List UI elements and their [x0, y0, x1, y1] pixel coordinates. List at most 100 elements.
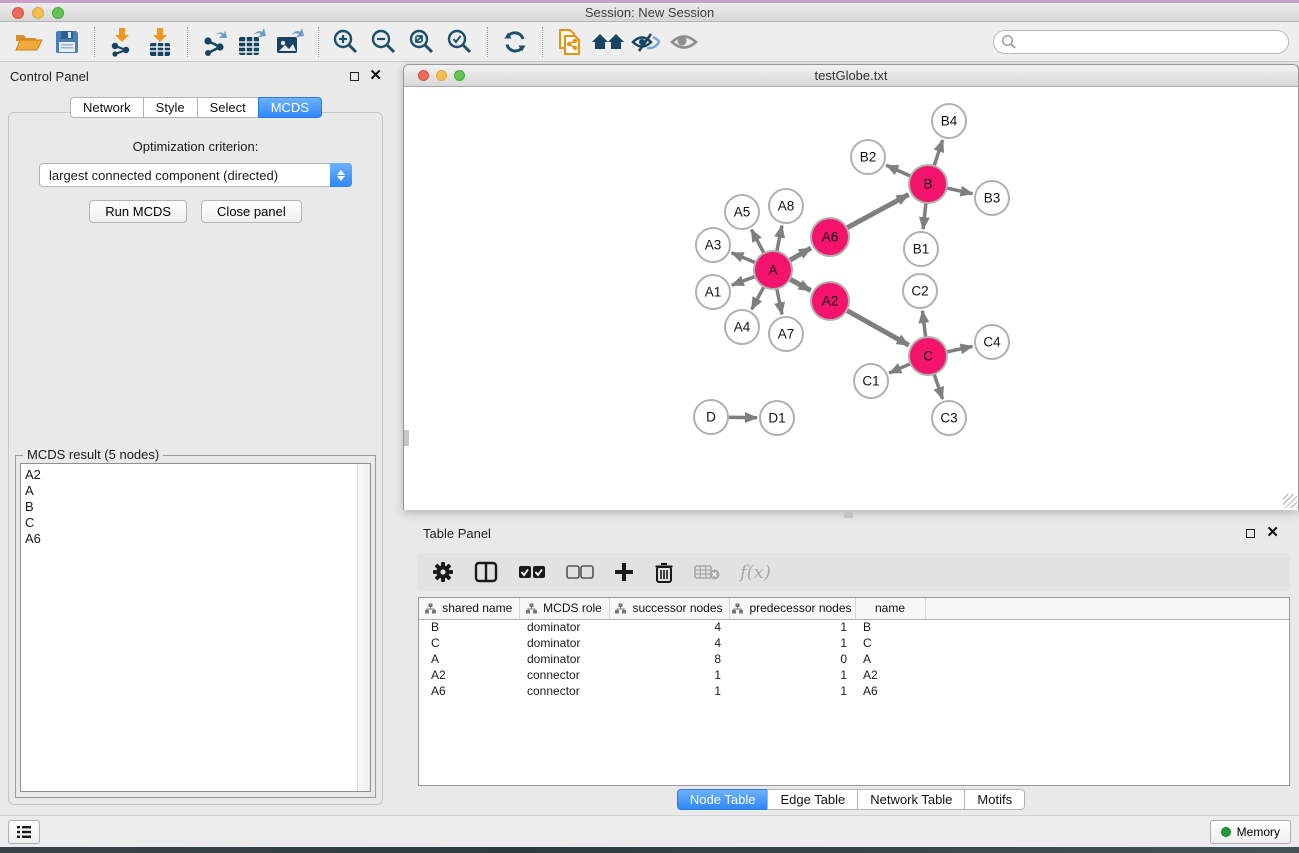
node-A7[interactable]: A7 [769, 317, 803, 351]
close-panel-button[interactable]: Close panel [201, 200, 302, 223]
cell-name[interactable]: A2 [855, 667, 925, 683]
column-header-shared-name[interactable]: shared name [419, 598, 519, 619]
cell-name[interactable]: A [855, 651, 925, 667]
close-table-panel-icon[interactable]: ✕ [1266, 528, 1279, 538]
mcds-result-item[interactable]: A6 [25, 531, 370, 547]
add-column-button[interactable] [614, 557, 634, 587]
tab-node-table[interactable]: Node Table [677, 789, 769, 810]
search-input[interactable] [1020, 33, 1288, 51]
table-row[interactable]: Adominator80A [419, 651, 1289, 667]
table-row[interactable]: Cdominator41C [419, 635, 1289, 651]
result-scrollbar[interactable] [357, 464, 370, 791]
cell-successor-nodes[interactable]: 1 [609, 667, 729, 683]
cell-successor-nodes[interactable]: 8 [609, 651, 729, 667]
select-all-button[interactable] [518, 557, 546, 587]
zoom-in-button[interactable] [327, 26, 365, 58]
cell-name[interactable]: A6 [855, 683, 925, 699]
cell-name[interactable]: B [855, 619, 925, 635]
node-C3[interactable]: C3 [932, 401, 966, 435]
node-A5[interactable]: A5 [725, 195, 759, 229]
cell-successor-nodes[interactable]: 1 [609, 683, 729, 699]
column-header-name[interactable]: name [855, 598, 925, 619]
delete-table-button[interactable] [694, 557, 720, 587]
deselect-all-button[interactable] [566, 557, 594, 587]
cell-shared-name[interactable]: C [419, 635, 519, 651]
export-image-button[interactable] [272, 26, 310, 58]
close-window-button[interactable] [12, 7, 24, 19]
tab-motifs[interactable]: Motifs [964, 789, 1025, 810]
cell-name[interactable]: C [855, 635, 925, 651]
export-network-button[interactable] [196, 26, 234, 58]
cell-shared-name[interactable]: A6 [419, 683, 519, 699]
zoom-window-button[interactable] [52, 7, 64, 19]
tab-select[interactable]: Select [197, 97, 259, 118]
node-B2[interactable]: B2 [851, 140, 885, 174]
node-A1[interactable]: A1 [696, 275, 730, 309]
criterion-select[interactable]: largest connected component (directed) [39, 163, 352, 187]
export-table-button[interactable] [234, 26, 272, 58]
close-panel-icon[interactable]: ✕ [369, 71, 382, 81]
table-row[interactable]: Bdominator41B [419, 619, 1289, 635]
node-A6[interactable]: A6 [811, 218, 849, 256]
network-zoom-button[interactable] [454, 70, 465, 81]
refresh-button[interactable] [496, 26, 534, 58]
node-D1[interactable]: D1 [760, 401, 794, 435]
minimize-window-button[interactable] [32, 7, 44, 19]
canvas-vertical-scroll-thumb[interactable] [404, 430, 409, 446]
node-A2[interactable]: A2 [811, 282, 849, 320]
float-panel-icon[interactable] [350, 72, 359, 81]
cell-predecessor-nodes[interactable]: 0 [729, 651, 855, 667]
run-mcds-button[interactable]: Run MCDS [89, 200, 187, 223]
node-A3[interactable]: A3 [696, 228, 730, 262]
cell-predecessor-nodes[interactable]: 1 [729, 667, 855, 683]
node-C1[interactable]: C1 [854, 364, 888, 398]
zoom-selected-button[interactable] [441, 26, 479, 58]
show-columns-button[interactable] [474, 557, 498, 587]
mcds-result-item[interactable]: B [25, 499, 370, 515]
cell-shared-name[interactable]: A [419, 651, 519, 667]
canvas-horizontal-scroll-thumb[interactable] [844, 512, 853, 518]
show-panels-button[interactable] [8, 820, 40, 844]
cell-shared-name[interactable]: B [419, 619, 519, 635]
cell-predecessor-nodes[interactable]: 1 [729, 619, 855, 635]
mcds-result-item[interactable]: C [25, 515, 370, 531]
cell-mcds-role[interactable]: dominator [519, 635, 609, 651]
cell-successor-nodes[interactable]: 4 [609, 635, 729, 651]
cell-shared-name[interactable]: A2 [419, 667, 519, 683]
mcds-result-item[interactable]: A2 [25, 467, 370, 483]
column-header-mcds-role[interactable]: MCDS role [519, 598, 609, 619]
zoom-out-button[interactable] [365, 26, 403, 58]
cell-mcds-role[interactable]: connector [519, 683, 609, 699]
node-A[interactable]: A [754, 251, 792, 289]
cell-predecessor-nodes[interactable]: 1 [729, 683, 855, 699]
network-window-titlebar[interactable]: testGlobe.txt [404, 65, 1298, 87]
open-file-button[interactable] [10, 26, 48, 58]
node-C[interactable]: C [909, 337, 947, 375]
tab-network[interactable]: Network [70, 97, 144, 118]
function-builder-button[interactable]: f(x) [740, 562, 771, 583]
home-button[interactable] [589, 26, 627, 58]
column-header-predecessor-nodes[interactable]: predecessor nodes [729, 598, 855, 619]
node-A8[interactable]: A8 [769, 189, 803, 223]
tab-mcds[interactable]: MCDS [258, 97, 322, 118]
node-C4[interactable]: C4 [975, 325, 1009, 359]
table-row[interactable]: A2connector11A2 [419, 667, 1289, 683]
tab-network-table[interactable]: Network Table [857, 789, 965, 810]
memory-button[interactable]: Memory [1210, 820, 1291, 844]
search-field[interactable] [993, 30, 1289, 54]
mcds-result-item[interactable]: A [25, 483, 370, 499]
clone-network-button[interactable] [551, 26, 589, 58]
float-table-panel-icon[interactable] [1246, 529, 1255, 538]
mcds-result-list[interactable]: A2ABCA6 [20, 463, 371, 792]
network-minimize-button[interactable] [436, 70, 447, 81]
node-B[interactable]: B [909, 165, 947, 203]
window-resize-grip[interactable] [1283, 494, 1297, 508]
cell-successor-nodes[interactable]: 4 [609, 619, 729, 635]
node-A4[interactable]: A4 [725, 310, 759, 344]
cell-mcds-role[interactable]: dominator [519, 619, 609, 635]
node-B4[interactable]: B4 [932, 104, 966, 138]
network-close-button[interactable] [418, 70, 429, 81]
tab-edge-table[interactable]: Edge Table [767, 789, 858, 810]
cell-mcds-role[interactable]: dominator [519, 651, 609, 667]
import-table-button[interactable] [141, 26, 179, 58]
